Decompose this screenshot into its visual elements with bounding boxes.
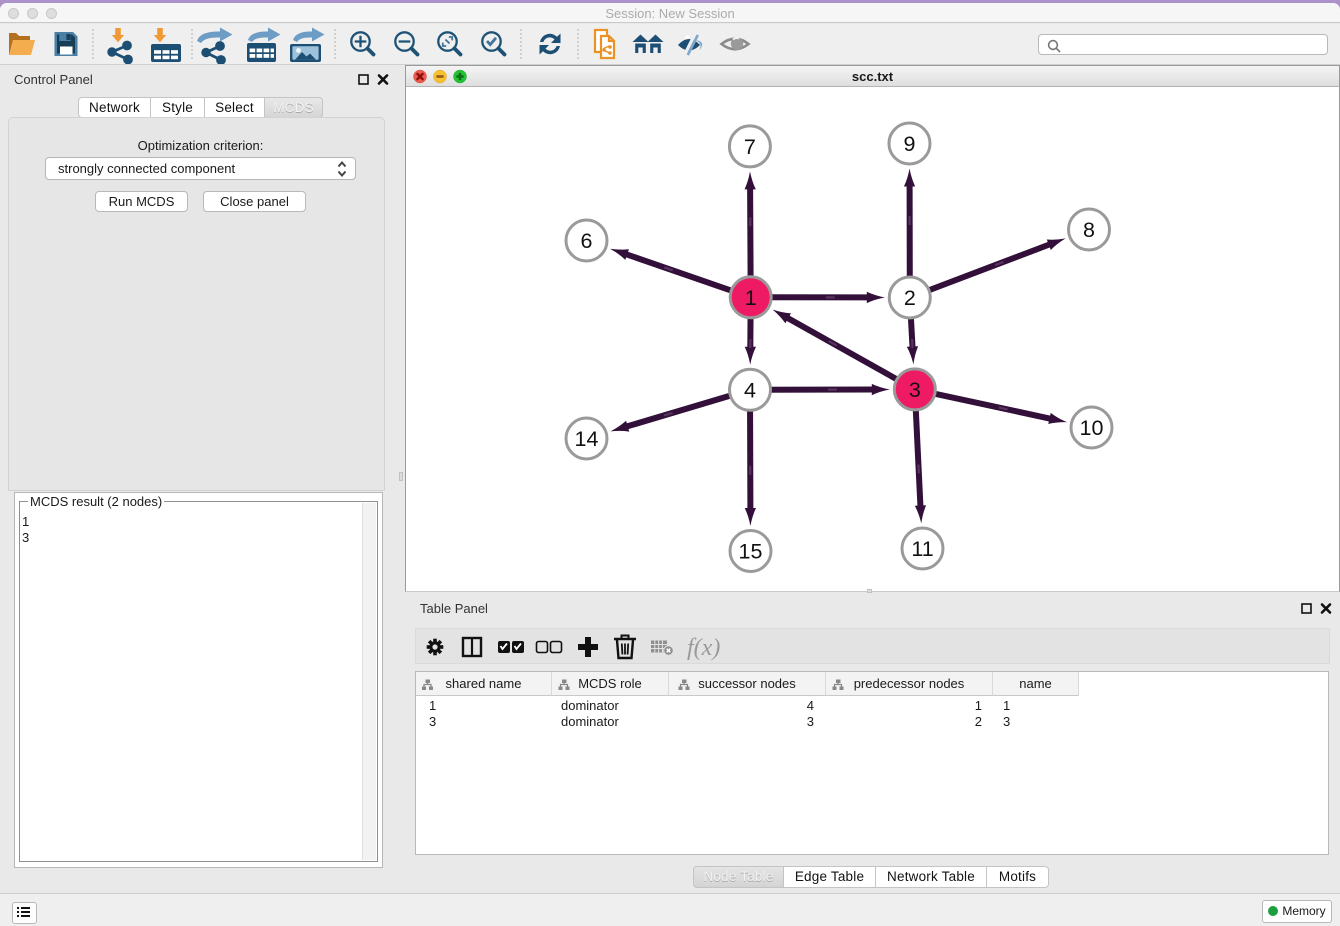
svg-text:6: 6 <box>581 229 593 253</box>
svg-text:8: 8 <box>1083 218 1095 242</box>
svg-text:11: 11 <box>911 537 933 561</box>
svg-text:10: 10 <box>1080 416 1104 440</box>
svg-text:2: 2 <box>904 286 916 310</box>
svg-text:f(x): f(x) <box>687 635 720 661</box>
svg-text:1: 1 <box>745 286 757 310</box>
svg-text:9: 9 <box>904 132 916 156</box>
svg-text:15: 15 <box>739 540 763 564</box>
svg-text:14: 14 <box>575 427 599 451</box>
svg-text:7: 7 <box>744 135 756 159</box>
svg-text:4: 4 <box>744 378 756 402</box>
svg-text:3: 3 <box>909 378 921 402</box>
